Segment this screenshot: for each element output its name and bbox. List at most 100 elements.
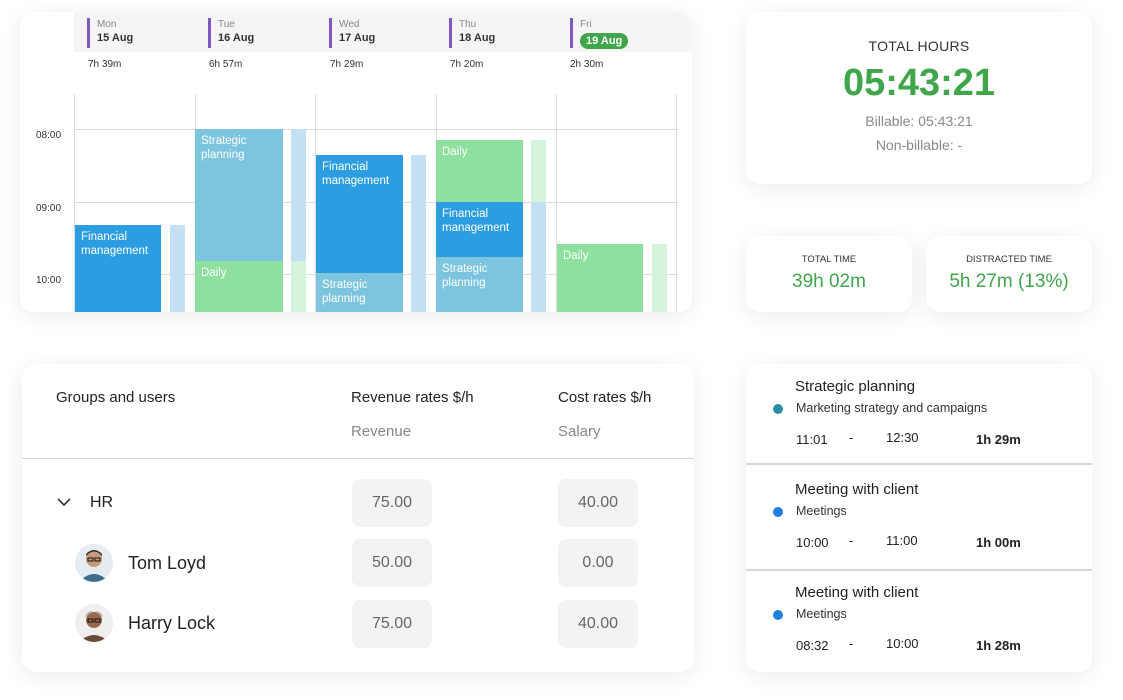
list-item[interactable]: Meeting with client Meetings 10:00 - 11:… — [746, 467, 1092, 570]
column-header-cost: Cost rates $/h — [558, 389, 652, 406]
user-avatar-icon — [75, 544, 113, 582]
day-name: Thu — [459, 19, 477, 30]
day-total-mon: 7h 39m — [88, 59, 122, 70]
time-label: 10:00 — [36, 275, 62, 286]
non-billable-hours: Non-billable: - — [875, 137, 963, 153]
day-total-wed: 7h 29m — [330, 59, 364, 70]
event-daily[interactable]: Daily — [195, 261, 283, 312]
event-financial-management[interactable]: Financial management — [75, 225, 161, 312]
chevron-down-icon[interactable] — [56, 497, 72, 507]
user-name-tom-loyd: Tom Loyd — [128, 553, 207, 573]
column-subheader-revenue: Revenue — [351, 423, 412, 440]
event-ghost-bar — [531, 140, 546, 202]
activity-duration: 1h 29m — [976, 432, 1021, 447]
event-strategic-planning[interactable]: Strategic planning — [316, 273, 403, 312]
activity-start-time: 11:01 — [796, 432, 828, 447]
time-label: 08:00 — [36, 130, 62, 141]
activity-duration: 1h 28m — [976, 638, 1021, 653]
activity-end-time: 12:30 — [886, 430, 919, 445]
total-hours-title: TOTAL HOURS — [868, 38, 970, 54]
project-color-dot — [773, 610, 783, 620]
today-date-badge: 19 Aug — [580, 33, 629, 49]
day-name: Tue — [218, 19, 235, 30]
cost-rate-input[interactable]: 40.00 — [558, 479, 638, 527]
distracted-time-card: DISTRACTED TIME 5h 27m (13%) — [926, 236, 1092, 312]
rates-table: Groups and users Revenue rates $/h Reven… — [22, 364, 694, 672]
activity-duration: 1h 00m — [976, 535, 1021, 550]
activity-title: Meeting with client — [795, 481, 919, 498]
group-name-hr[interactable]: HR — [90, 494, 113, 512]
total-time-label: TOTAL TIME — [801, 254, 857, 265]
user-avatar-icon — [75, 604, 113, 642]
column-subheader-cost: Salary — [558, 423, 601, 440]
total-hours-card: TOTAL HOURS 05:43:21 Billable: 05:43:21 … — [746, 12, 1092, 184]
grid-line — [676, 94, 677, 312]
activity-title: Meeting with client — [795, 584, 919, 601]
event-daily[interactable]: Daily — [436, 140, 523, 202]
list-item[interactable]: Strategic planning Marketing strategy an… — [746, 364, 1092, 467]
avatar — [75, 544, 113, 582]
column-header-groups: Groups and users — [56, 389, 176, 406]
time-separator: - — [849, 636, 854, 651]
day-total-fri: 2h 30m — [570, 59, 604, 70]
time-separator: - — [849, 533, 854, 548]
activity-project: Marketing strategy and campaigns — [796, 401, 988, 415]
table-divider — [22, 458, 694, 459]
activity-start-time: 08:32 — [796, 638, 829, 653]
total-time-value: 39h 02m — [792, 271, 866, 292]
day-date: 17 Aug — [339, 32, 376, 44]
day-header-mon[interactable]: Mon 15 Aug — [87, 18, 133, 48]
day-name: Mon — [97, 19, 117, 30]
activity-project: Meetings — [796, 504, 847, 518]
total-time-card: TOTAL TIME 39h 02m — [746, 236, 912, 312]
list-item[interactable]: Meeting with client Meetings 08:32 - 10:… — [746, 570, 1092, 672]
event-strategic-planning[interactable]: Strategic planning — [436, 257, 523, 312]
day-header-thu[interactable]: Thu 18 Aug — [449, 18, 495, 48]
activity-title: Strategic planning — [795, 378, 916, 395]
day-name: Wed — [339, 19, 360, 30]
billable-hours: Billable: 05:43:21 — [865, 113, 973, 129]
activity-list: Strategic planning Marketing strategy an… — [746, 364, 1092, 672]
distracted-time-label: DISTRACTED TIME — [966, 254, 1052, 265]
day-header-tue[interactable]: Tue 16 Aug — [208, 18, 254, 48]
event-ghost-bar — [531, 257, 546, 312]
activity-project: Meetings — [796, 607, 847, 621]
time-label: 09:00 — [36, 203, 62, 214]
distracted-time-value: 5h 27m (13%) — [949, 271, 1069, 292]
activity-end-time: 11:00 — [886, 533, 918, 548]
event-strategic-planning[interactable]: Strategic planning — [195, 129, 283, 261]
day-date: 18 Aug — [459, 32, 496, 44]
day-date: 16 Aug — [218, 32, 255, 44]
activity-end-time: 10:00 — [886, 636, 919, 651]
day-date: 15 Aug — [97, 32, 134, 44]
event-ghost-bar — [291, 261, 306, 312]
day-header-wed[interactable]: Wed 17 Aug — [329, 18, 375, 48]
total-hours-value: 05:43:21 — [842, 62, 996, 104]
user-name-harry-lock: Harry Lock — [128, 613, 216, 633]
revenue-rate-input[interactable]: 50.00 — [352, 539, 432, 587]
revenue-rate-input[interactable]: 75.00 — [352, 600, 432, 648]
event-ghost-bar — [652, 244, 667, 312]
event-ghost-bar — [291, 129, 306, 261]
project-color-dot — [773, 507, 783, 517]
event-ghost-bar — [170, 225, 185, 312]
day-total-tue: 6h 57m — [209, 59, 243, 70]
event-ghost-bar — [411, 155, 426, 312]
event-ghost-bar — [531, 202, 546, 257]
grid-line — [74, 129, 678, 130]
list-divider — [746, 463, 1092, 465]
cost-rate-input[interactable]: 40.00 — [558, 600, 638, 648]
week-calendar: Mon 15 Aug Tue 16 Aug Wed 17 Aug Thu 18 … — [20, 12, 692, 312]
event-financial-management[interactable]: Financial management — [436, 202, 523, 257]
project-color-dot — [773, 404, 783, 414]
revenue-rate-input[interactable]: 75.00 — [352, 479, 432, 527]
time-separator: - — [849, 430, 854, 445]
event-daily[interactable]: Daily — [557, 244, 643, 312]
day-name: Fri — [580, 19, 592, 30]
cost-rate-input[interactable]: 0.00 — [558, 539, 638, 587]
day-header-fri[interactable]: Fri 19 Aug — [570, 18, 629, 49]
avatar — [75, 604, 113, 642]
day-total-thu: 7h 20m — [450, 59, 484, 70]
activity-start-time: 10:00 — [796, 535, 829, 550]
event-financial-management[interactable]: Financial management — [316, 155, 403, 273]
